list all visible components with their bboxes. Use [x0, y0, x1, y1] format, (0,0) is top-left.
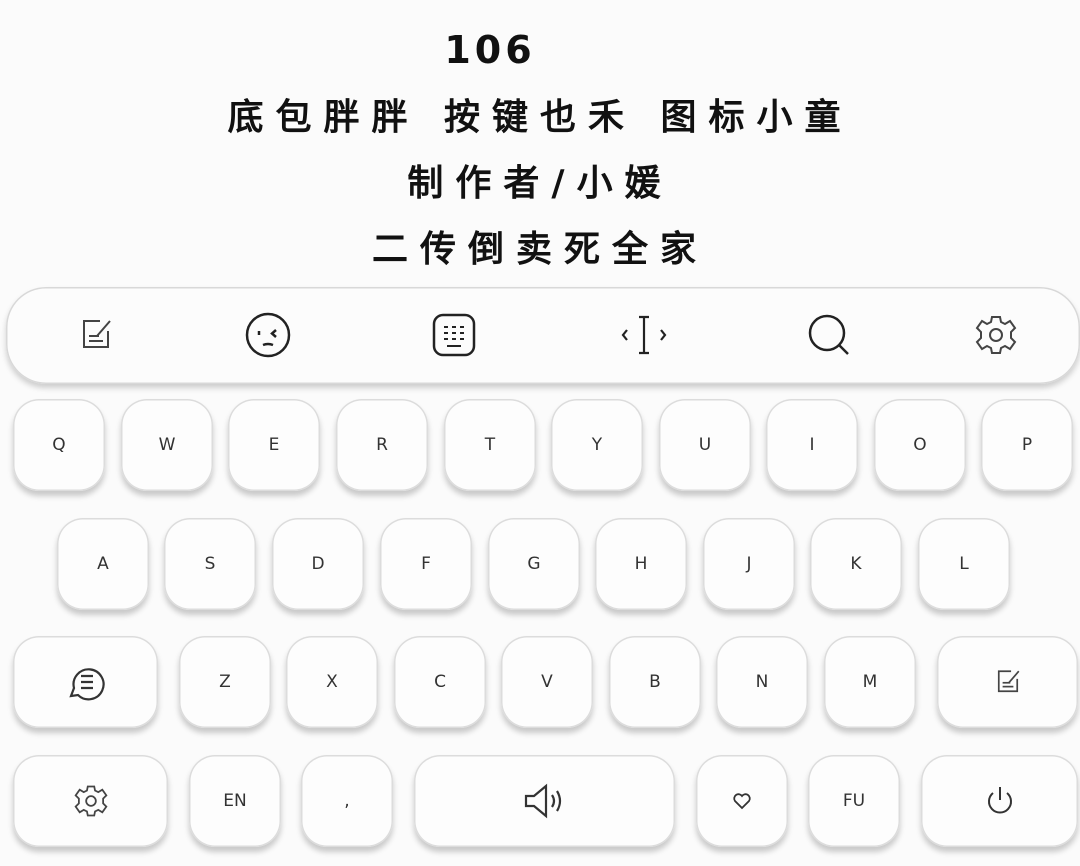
- search-icon[interactable]: [803, 309, 855, 361]
- edit-icon: [997, 670, 1019, 693]
- key-x[interactable]: X: [286, 636, 378, 728]
- key-a[interactable]: A: [57, 518, 149, 610]
- credits-line-3: 二传倒卖死全家: [371, 229, 708, 270]
- key-label: V: [541, 672, 553, 692]
- key-i[interactable]: I: [766, 399, 858, 491]
- keyboard-toolbar: [6, 287, 1080, 384]
- key-label: E: [268, 435, 280, 455]
- key-label: R: [376, 435, 388, 455]
- keyboard-icon[interactable]: [428, 309, 480, 361]
- edit-icon[interactable]: [70, 309, 122, 361]
- key-label: O: [913, 435, 927, 455]
- key-label: L: [959, 554, 969, 574]
- key-o[interactable]: O: [874, 399, 966, 491]
- key-label: M: [862, 672, 878, 692]
- key-label: U: [698, 435, 712, 455]
- key-h[interactable]: H: [595, 518, 687, 610]
- key-label: F: [421, 554, 431, 574]
- key-q[interactable]: Q: [13, 399, 105, 491]
- key-u[interactable]: U: [659, 399, 751, 491]
- edit-key[interactable]: [937, 636, 1078, 728]
- key-m[interactable]: M: [824, 636, 916, 728]
- space-key[interactable]: [414, 755, 675, 847]
- key-label: Z: [219, 672, 231, 692]
- speaker-icon: [524, 783, 561, 819]
- key-d[interactable]: D: [272, 518, 364, 610]
- key-label: Q: [52, 435, 66, 455]
- key-t[interactable]: T: [444, 399, 536, 491]
- key-z[interactable]: Z: [179, 636, 271, 728]
- key-b[interactable]: B: [609, 636, 701, 728]
- key-label: K: [850, 554, 862, 574]
- theme-number: 106: [444, 28, 536, 72]
- key-label: FU: [842, 791, 866, 811]
- comma-key[interactable]: ,: [301, 755, 393, 847]
- fu-key[interactable]: FU: [808, 755, 900, 847]
- key-label: P: [1021, 435, 1033, 455]
- key-l[interactable]: L: [918, 518, 1010, 610]
- key-s[interactable]: S: [164, 518, 256, 610]
- key-label: EN: [223, 791, 247, 811]
- favorite-key[interactable]: [696, 755, 788, 847]
- key-g[interactable]: G: [488, 518, 580, 610]
- key-label: X: [326, 672, 338, 692]
- title-block: 106 底包胖胖 按键也禾 图标小童 制作者/小媛 二传倒卖死全家: [0, 0, 1080, 280]
- key-n[interactable]: N: [716, 636, 808, 728]
- key-label: C: [434, 672, 446, 692]
- key-label: N: [755, 672, 769, 692]
- key-v[interactable]: V: [501, 636, 593, 728]
- key-e[interactable]: E: [228, 399, 320, 491]
- settings-key[interactable]: [13, 755, 168, 847]
- language-en-key[interactable]: EN: [189, 755, 281, 847]
- credits-line-1: 底包胖胖 按键也禾 图标小童: [227, 97, 853, 138]
- power-key[interactable]: [921, 755, 1078, 847]
- key-label: S: [204, 554, 216, 574]
- key-label: Y: [591, 435, 603, 455]
- emoji-icon[interactable]: [242, 309, 294, 361]
- key-label: G: [527, 554, 541, 574]
- key-label: J: [746, 554, 752, 574]
- key-label: B: [649, 672, 661, 692]
- key-k[interactable]: K: [810, 518, 902, 610]
- key-label: W: [158, 435, 176, 455]
- heart-icon: [733, 793, 751, 810]
- key-y[interactable]: Y: [551, 399, 643, 491]
- list-menu-icon: [68, 668, 105, 701]
- key-label: I: [809, 435, 815, 455]
- key-label: H: [634, 554, 648, 574]
- settings-icon: [73, 785, 108, 817]
- key-r[interactable]: R: [336, 399, 428, 491]
- key-c[interactable]: C: [394, 636, 486, 728]
- key-label: ,: [344, 791, 350, 811]
- power-icon: [987, 787, 1012, 814]
- key-j[interactable]: J: [703, 518, 795, 610]
- key-w[interactable]: W: [121, 399, 213, 491]
- key-label: A: [97, 554, 109, 574]
- cursor-icon[interactable]: [618, 309, 670, 361]
- key-label: T: [484, 435, 496, 455]
- key-p[interactable]: P: [981, 399, 1073, 491]
- credits-line-2: 制作者/小媛: [407, 163, 673, 204]
- list-menu-key[interactable]: [13, 636, 158, 728]
- settings-icon[interactable]: [970, 309, 1022, 361]
- key-f[interactable]: F: [380, 518, 472, 610]
- key-label: D: [311, 554, 325, 574]
